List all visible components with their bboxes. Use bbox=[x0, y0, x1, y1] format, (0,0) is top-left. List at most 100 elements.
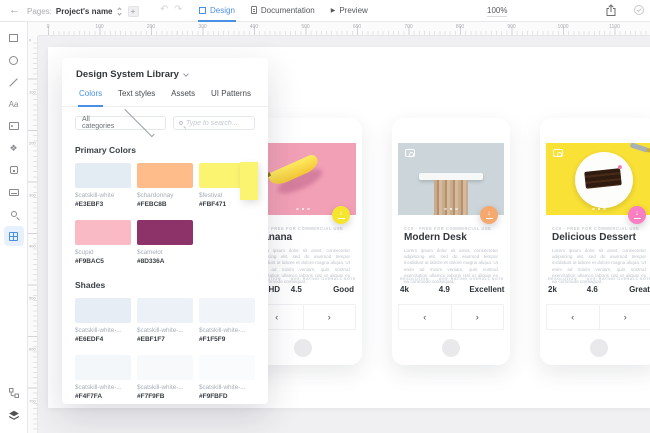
back-button[interactable]: ← bbox=[9, 4, 20, 16]
ruler-label: 400 bbox=[250, 24, 258, 30]
next-button: › bbox=[600, 304, 650, 330]
home-indicator bbox=[590, 339, 608, 357]
color-swatch[interactable]: $camelot #8D336A bbox=[137, 220, 193, 265]
card-title: Delicious Dessert bbox=[552, 232, 636, 243]
swatch-color-box[interactable] bbox=[75, 220, 131, 245]
color-swatch[interactable]: $cupid #F9BAC5 bbox=[75, 220, 131, 265]
card-stats: RESOLUTION4k AVG. RATING4.9 OVERALL NOTE… bbox=[400, 277, 502, 294]
search-tool[interactable] bbox=[4, 204, 24, 224]
ruler-label: 100 bbox=[29, 89, 36, 94]
card-image bbox=[546, 143, 650, 215]
download-button: ↓ bbox=[332, 206, 350, 224]
color-swatch[interactable]: $catskill-white-... #F7F9FB bbox=[137, 355, 193, 400]
swatch-name: $catskill-white-... bbox=[137, 327, 193, 334]
ruler-label: 900 bbox=[507, 24, 515, 30]
card-nav: ‹ › bbox=[546, 304, 650, 330]
swatch-name: $chardonnay bbox=[137, 192, 193, 199]
canvas[interactable]: ↓ CC0 - FREE FOR COMMERCIAL USE Banana L… bbox=[38, 36, 650, 433]
tab-ui-patterns[interactable]: UI Patterns bbox=[210, 89, 252, 107]
home-indicator bbox=[294, 339, 312, 357]
phone-card[interactable]: ↓ CC0 - FREE FOR COMMERCIAL USE Modern D… bbox=[392, 118, 510, 365]
tab-preview[interactable]: ▶ Preview bbox=[330, 0, 369, 22]
swatch-color-box[interactable] bbox=[75, 163, 131, 188]
stat-avg-rating: AVG. RATING4.9 bbox=[439, 277, 470, 294]
color-swatch[interactable]: $catskill-white #E3EBF3 bbox=[75, 163, 131, 208]
swatch-color-box[interactable] bbox=[75, 298, 131, 323]
swatch-color-box[interactable] bbox=[199, 298, 255, 323]
keyboard-tool[interactable] bbox=[4, 182, 24, 202]
artboard-tool[interactable] bbox=[4, 160, 24, 180]
project-switcher-icon[interactable] bbox=[118, 8, 121, 15]
swatch-hex: #F9FBFD bbox=[199, 393, 255, 400]
swatch-name: $catskill-white-... bbox=[75, 327, 131, 334]
tab-design[interactable]: Design bbox=[198, 0, 236, 22]
library-tool[interactable] bbox=[4, 226, 24, 246]
search-icon bbox=[179, 121, 183, 125]
color-swatch[interactable]: $catskill-white-... #F4F7FA bbox=[75, 355, 131, 400]
swatch-color-box[interactable] bbox=[137, 355, 193, 380]
top-toolbar: ← Pages: Project's name + ↶ ↷ Design Doc… bbox=[0, 0, 650, 22]
tool-sidebar: Aa ❖ bbox=[0, 22, 28, 433]
tab-text-styles[interactable]: Text styles bbox=[117, 89, 156, 107]
layers-tool[interactable] bbox=[4, 405, 24, 425]
swatch-name: $catskill-white-... bbox=[137, 384, 193, 391]
ruler-label: 300 bbox=[29, 192, 36, 197]
ruler-label: 600 bbox=[29, 347, 36, 352]
design-system-library-panel: Design System Library Colors Text styles… bbox=[62, 58, 268, 404]
phone-card[interactable]: ↓ CC0 - FREE FOR COMMERCIAL USE Deliciou… bbox=[540, 118, 650, 365]
category-dropdown[interactable]: All categories bbox=[75, 116, 166, 130]
tab-assets[interactable]: Assets bbox=[170, 89, 196, 107]
stat-resolution: RESOLUTION2k bbox=[548, 277, 587, 294]
color-swatch[interactable]: $catskill-white-... #F9FBFD bbox=[199, 355, 255, 400]
swatch-section: Primary Colors $catskill-white #E3EBF3 $… bbox=[75, 145, 255, 265]
image-tool[interactable] bbox=[4, 116, 24, 136]
text-tool[interactable]: Aa bbox=[4, 94, 24, 114]
swatch-color-box[interactable] bbox=[137, 220, 193, 245]
card-license: CC0 - FREE FOR COMMERCIAL USE bbox=[256, 226, 343, 231]
color-swatch[interactable]: $catskill-white-... #E6EDF4 bbox=[75, 298, 131, 343]
stat-avg-rating: AVG. RATING4.6 bbox=[587, 277, 618, 294]
swatch-hex: #F7F9FB bbox=[137, 393, 193, 400]
search-input[interactable] bbox=[186, 120, 249, 127]
download-button: ↓ bbox=[628, 206, 646, 224]
swatch-color-box[interactable] bbox=[137, 163, 193, 188]
project-name[interactable]: Project's name bbox=[56, 7, 113, 16]
swatch-name: $catskill-white-... bbox=[199, 384, 255, 391]
layers-icon bbox=[8, 410, 20, 421]
swatch-hex: #FEBC8B bbox=[137, 201, 193, 208]
swatch-color-box[interactable] bbox=[137, 298, 193, 323]
panel-header[interactable]: Design System Library bbox=[62, 58, 268, 80]
sync-status-icon[interactable] bbox=[633, 4, 645, 16]
rectangle-tool[interactable] bbox=[4, 28, 24, 48]
tab-colors[interactable]: Colors bbox=[78, 89, 103, 107]
swatch-color-box[interactable] bbox=[75, 355, 131, 380]
next-button: › bbox=[452, 304, 505, 330]
zoom-level-dropdown[interactable]: 100% bbox=[487, 6, 507, 17]
ruler-label: 400 bbox=[29, 244, 36, 249]
chevron-down-icon bbox=[183, 71, 189, 77]
ruler-label: 700 bbox=[404, 24, 412, 30]
line-tool[interactable] bbox=[4, 72, 24, 92]
ruler-label: 100 bbox=[95, 24, 103, 30]
swatch-name: $catskill-white bbox=[75, 192, 131, 199]
undo-button[interactable]: ↶ bbox=[160, 4, 168, 15]
color-swatch[interactable]: $catskill-white-... #F1F5F9 bbox=[199, 298, 255, 343]
oval-tool[interactable] bbox=[4, 50, 24, 70]
pages-switcher[interactable]: Pages: Project's name + bbox=[27, 0, 139, 22]
color-swatch[interactable]: $catskill-white-... #EBF1F7 bbox=[137, 298, 193, 343]
search-box[interactable] bbox=[173, 116, 255, 130]
stat-resolution: RESOLUTION4k bbox=[400, 277, 439, 294]
flows-tool[interactable] bbox=[4, 383, 24, 403]
swatch-color-box[interactable] bbox=[199, 355, 255, 380]
tab-documentation[interactable]: Documentation bbox=[250, 0, 316, 22]
library-grid-icon bbox=[9, 232, 18, 241]
download-icon: ↓ bbox=[487, 211, 491, 217]
dragged-color-swatch[interactable] bbox=[240, 162, 258, 200]
components-tool[interactable]: ❖ bbox=[4, 138, 24, 158]
section-title: Primary Colors bbox=[75, 145, 255, 155]
color-swatch[interactable]: $chardonnay #FEBC8B bbox=[137, 163, 193, 208]
share-icon[interactable] bbox=[605, 4, 617, 17]
add-page-button[interactable]: + bbox=[128, 6, 139, 17]
redo-button[interactable]: ↷ bbox=[174, 4, 182, 15]
swatch-section: Shades $catskill-white-... #E6EDF4 $cats… bbox=[75, 280, 255, 400]
